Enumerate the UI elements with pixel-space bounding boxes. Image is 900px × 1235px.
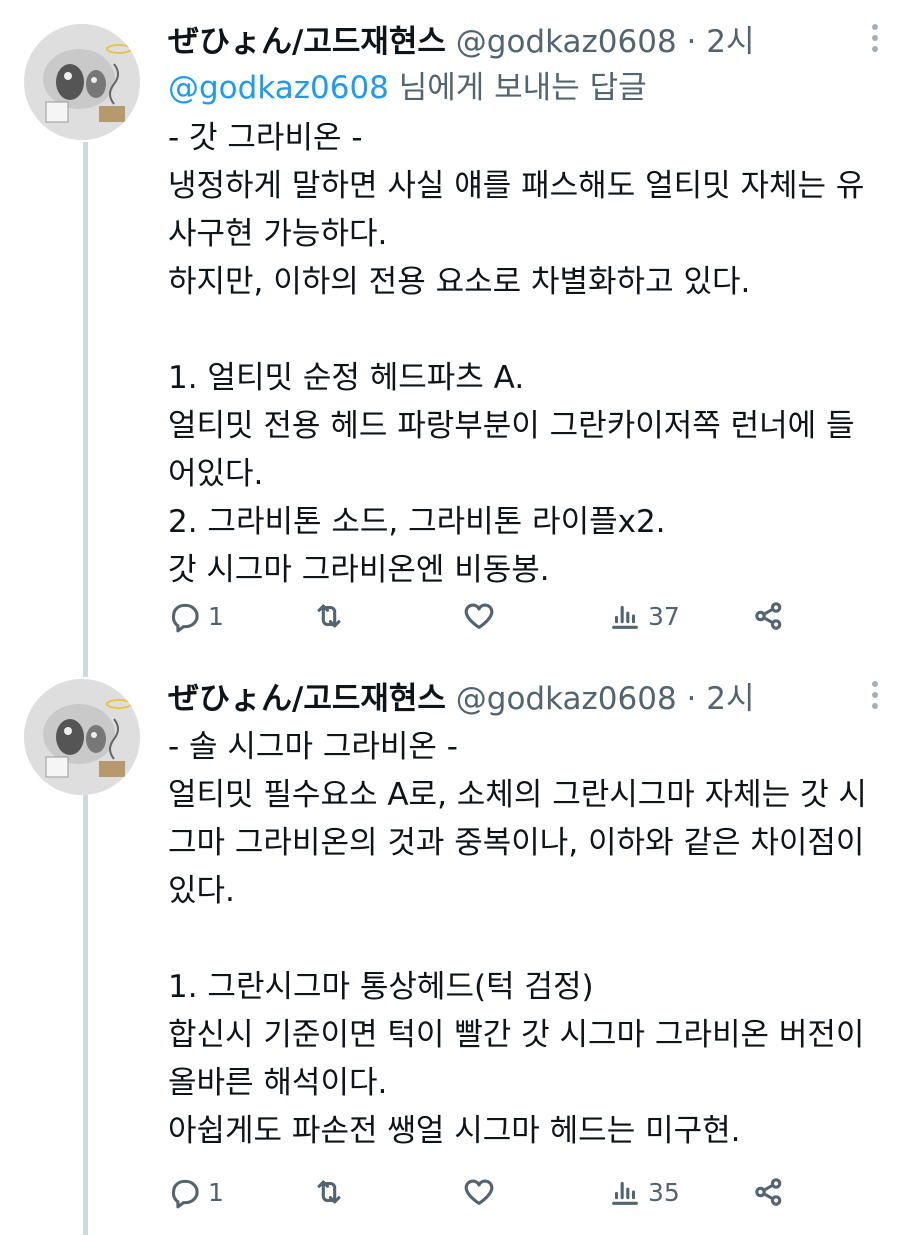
reply-count: 1	[208, 1177, 224, 1207]
tweet-actions: 1 37	[168, 596, 900, 636]
reply-icon	[171, 1179, 199, 1209]
tweet[interactable]: ぜひょん/고드재현스 @godkaz0608 · 2시 - 솔 시그마 그라비온…	[0, 657, 900, 1235]
views-button[interactable]: 35	[608, 1172, 680, 1212]
like-icon	[464, 603, 494, 629]
tweet-text: - 솔 시그마 그라비온 - 얼티밋 필수요소 A로, 소체의 그란시그마 자체…	[168, 729, 867, 1149]
retweet-button[interactable]	[312, 1172, 346, 1212]
tweet-actions: 1 35	[168, 1172, 900, 1212]
tweet-body: ぜひょん/고드재현스 @godkaz0608 · 2시 @godkaz0608 …	[168, 20, 880, 594]
reply-to-line: @godkaz0608 님에게 보내는 답글	[168, 64, 880, 112]
retweet-icon	[317, 1180, 341, 1204]
reply-button[interactable]: 1	[168, 1172, 224, 1212]
share-icon	[755, 602, 782, 630]
views-icon	[612, 1181, 638, 1205]
separator-dot: ·	[686, 24, 697, 60]
tweet-header: ぜひょん/고드재현스 @godkaz0608 · 2시	[168, 20, 880, 64]
view-count: 37	[648, 601, 680, 631]
thread-line	[83, 142, 88, 657]
avatar[interactable]	[24, 24, 140, 140]
share-button[interactable]	[752, 596, 786, 636]
reply-mention-link[interactable]: @godkaz0608	[168, 70, 389, 106]
like-button[interactable]	[462, 1172, 496, 1212]
reply-to-suffix: 님에게 보내는 답글	[388, 70, 647, 106]
more-icon[interactable]	[870, 24, 880, 57]
avatar[interactable]	[24, 679, 140, 795]
reply-button[interactable]: 1	[168, 596, 224, 636]
share-icon	[755, 1178, 782, 1206]
share-button[interactable]	[752, 1172, 786, 1212]
view-count: 35	[648, 1177, 680, 1207]
tweet-text: - 갓 그라비온 - 냉정하게 말하면 사실 얘를 패스해도 얼티밋 자체는 유…	[168, 120, 865, 588]
thread-line	[83, 657, 88, 677]
thread-line	[83, 795, 88, 1235]
tweet-body: ぜひょん/고드재현스 @godkaz0608 · 2시 - 솔 시그마 그라비온…	[168, 677, 880, 1155]
retweet-button[interactable]	[312, 596, 346, 636]
like-icon	[464, 1179, 494, 1205]
author-name[interactable]: ぜひょん/고드재현스	[168, 24, 446, 60]
separator-dot: ·	[686, 681, 697, 717]
reply-count: 1	[208, 601, 224, 631]
like-button[interactable]	[462, 596, 496, 636]
more-icon[interactable]	[870, 681, 880, 714]
views-button[interactable]: 37	[608, 596, 680, 636]
retweet-icon	[317, 604, 341, 628]
reply-icon	[171, 603, 199, 633]
timestamp[interactable]: 2시	[706, 681, 754, 717]
tweet[interactable]: ぜひょん/고드재현스 @godkaz0608 · 2시 @godkaz0608 …	[0, 0, 900, 657]
views-icon	[612, 605, 638, 629]
author-name[interactable]: ぜひょん/고드재현스	[168, 681, 446, 717]
timestamp[interactable]: 2시	[706, 24, 754, 60]
author-handle[interactable]: @godkaz0608	[456, 681, 677, 717]
author-handle[interactable]: @godkaz0608	[456, 24, 677, 60]
tweet-header: ぜひょん/고드재현스 @godkaz0608 · 2시	[168, 677, 880, 721]
